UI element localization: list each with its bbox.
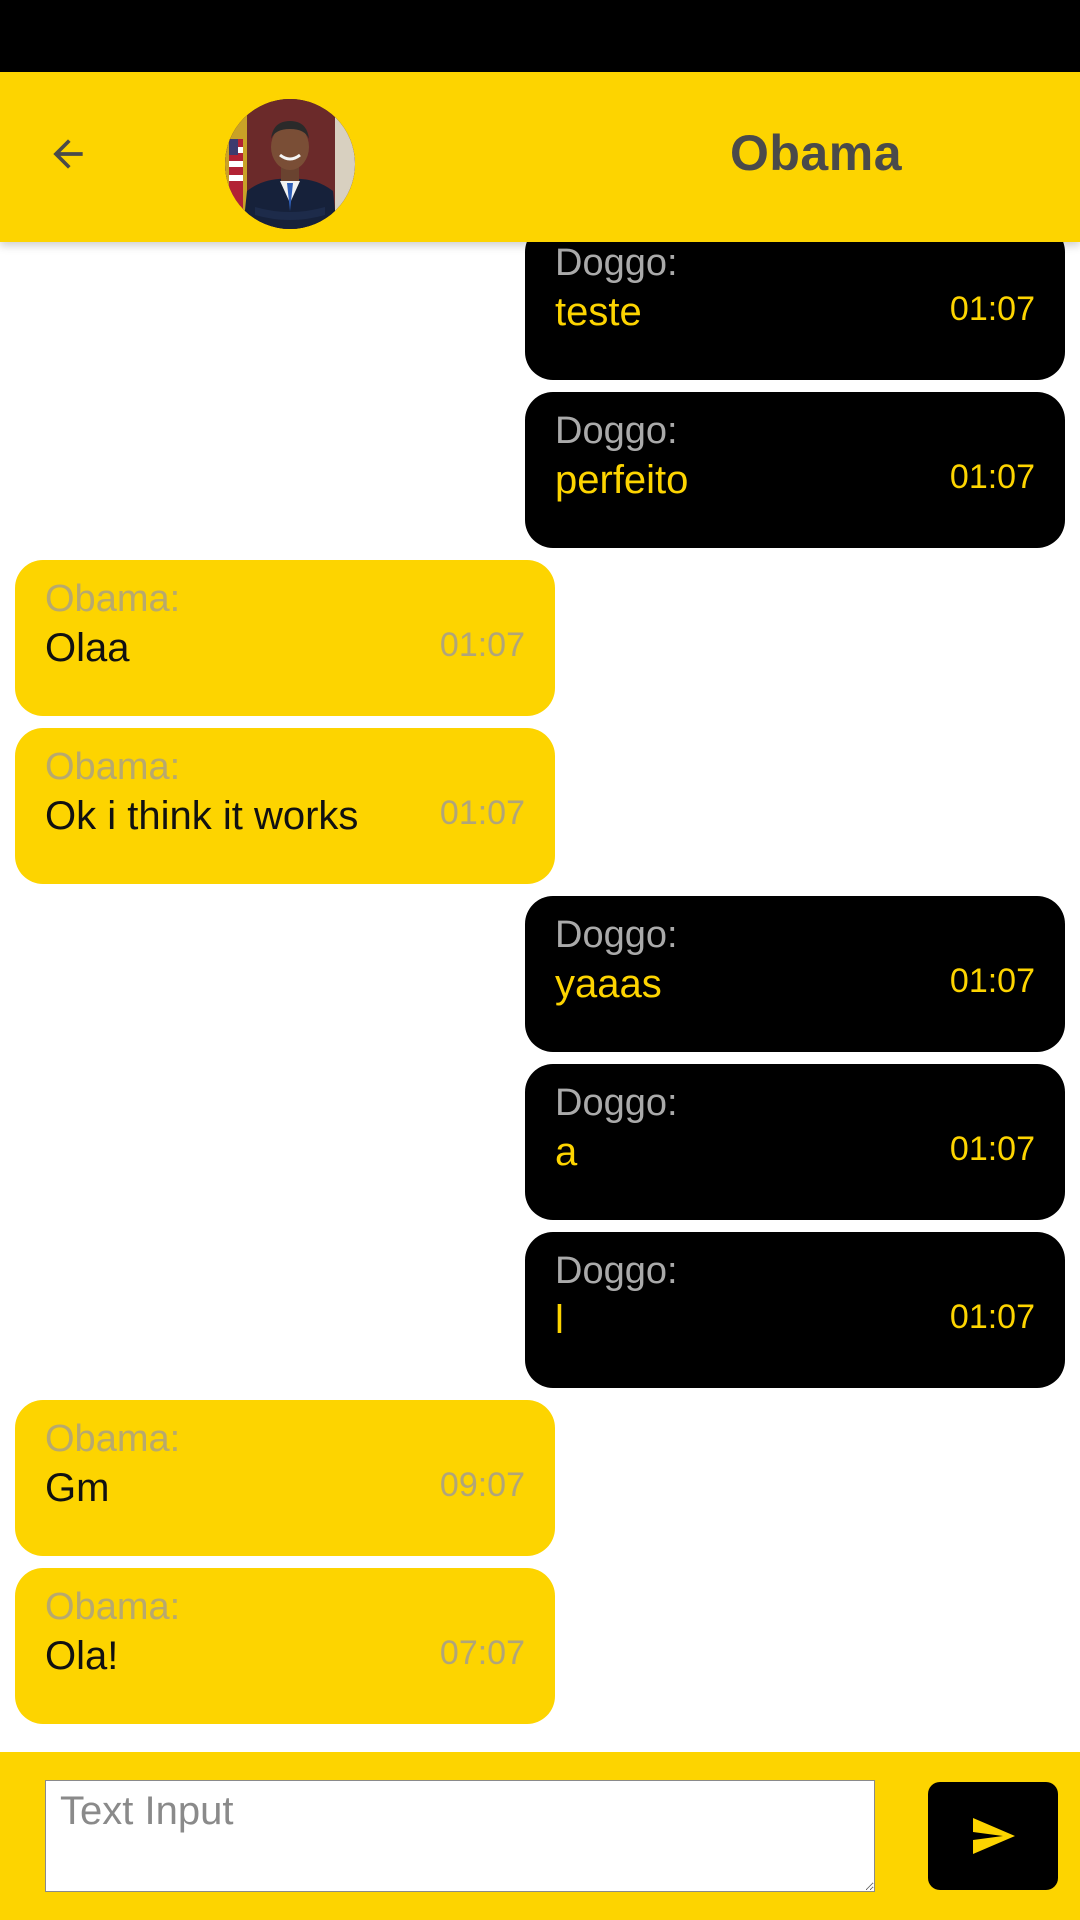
received-message-bubble[interactable]: Obama: Ok i think it works 01:07 xyxy=(15,728,555,884)
message-text: Ok i think it works xyxy=(45,794,359,838)
message-text: a xyxy=(555,1130,578,1174)
composer-bar xyxy=(0,1752,1080,1920)
message-text: l xyxy=(555,1298,564,1342)
message-timestamp: 01:07 xyxy=(949,1298,1035,1336)
received-message-bubble[interactable]: Obama: Gm 09:07 xyxy=(15,1400,555,1556)
message-text: perfeito xyxy=(555,458,689,502)
message-sender: Doggo: xyxy=(555,1082,678,1124)
back-button[interactable] xyxy=(36,122,100,186)
chat-title: Obama xyxy=(730,125,903,181)
message-timestamp: 07:07 xyxy=(439,1634,525,1672)
received-message-bubble[interactable]: Obama: Ola! 07:07 xyxy=(15,1568,555,1724)
send-icon xyxy=(973,1818,1015,1854)
avatar[interactable] xyxy=(225,99,355,229)
sent-message-bubble[interactable]: Doggo: teste 01:07 xyxy=(525,242,1065,380)
status-bar xyxy=(0,0,1080,72)
arrow-left-icon xyxy=(53,139,83,169)
received-message-bubble[interactable]: Obama: Olaa 01:07 xyxy=(15,560,555,716)
message-timestamp: 01:07 xyxy=(949,290,1035,328)
avatar-photo-icon xyxy=(225,99,355,229)
message-list[interactable]: Doggo: teste 01:07 Doggo: perfeito 01:07 Obama… xyxy=(0,242,1080,1752)
message-sender: Doggo: xyxy=(555,410,678,452)
message-input[interactable] xyxy=(45,1780,875,1892)
message-timestamp: 01:07 xyxy=(949,1130,1035,1168)
sent-message-bubble[interactable]: Doggo: a 01:07 xyxy=(525,1064,1065,1220)
sent-message-bubble[interactable]: Doggo: l 01:07 xyxy=(525,1232,1065,1388)
message-text: yaaas xyxy=(555,962,662,1006)
message-sender: Doggo: xyxy=(555,914,678,956)
message-timestamp: 01:07 xyxy=(439,626,525,664)
message-sender: Obama: xyxy=(45,578,181,620)
app-header: Obama xyxy=(0,72,1080,242)
message-timestamp: 01:07 xyxy=(439,794,525,832)
message-text: Olaa xyxy=(45,626,130,670)
message-sender: Doggo: xyxy=(555,242,678,284)
message-timestamp: 09:07 xyxy=(439,1466,525,1504)
message-timestamp: 01:07 xyxy=(949,458,1035,496)
message-sender: Obama: xyxy=(45,746,181,788)
sent-message-bubble[interactable]: Doggo: yaaas 01:07 xyxy=(525,896,1065,1052)
sent-message-bubble[interactable]: Doggo: perfeito 01:07 xyxy=(525,392,1065,548)
message-sender: Obama: xyxy=(45,1418,181,1460)
message-text: teste xyxy=(555,290,642,334)
message-sender: Doggo: xyxy=(555,1250,678,1292)
message-text: Gm xyxy=(45,1466,110,1510)
send-button[interactable] xyxy=(928,1782,1058,1890)
message-text: Ola! xyxy=(45,1634,119,1678)
message-timestamp: 01:07 xyxy=(949,962,1035,1000)
message-sender: Obama: xyxy=(45,1586,181,1628)
